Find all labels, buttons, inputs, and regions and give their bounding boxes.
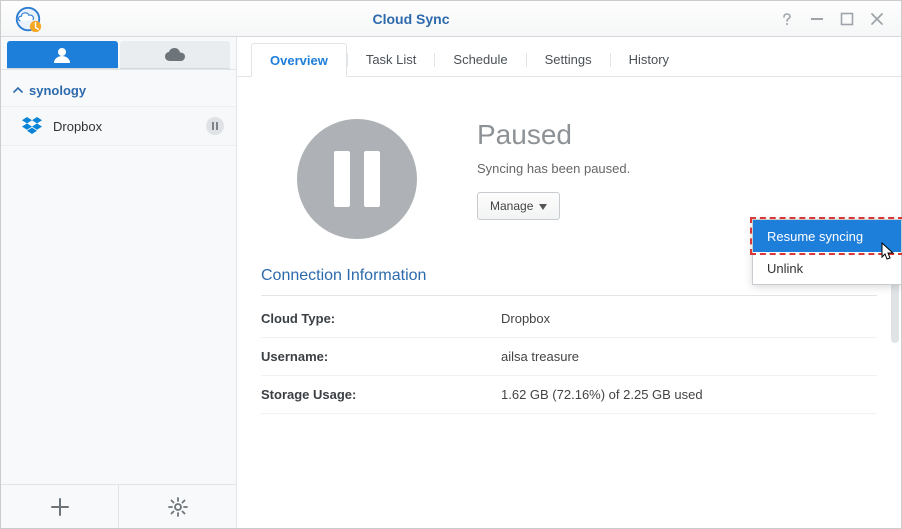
row-cloud-type: Cloud Type: Dropbox	[261, 300, 877, 338]
tab-overview[interactable]: Overview	[251, 43, 347, 77]
close-button[interactable]	[869, 11, 885, 27]
help-button[interactable]	[779, 11, 795, 27]
title-bar: Cloud Sync	[1, 1, 901, 37]
row-storage-usage: Storage Usage: 1.62 GB (72.16%) of 2.25 …	[261, 376, 877, 414]
tab-schedule[interactable]: Schedule	[435, 43, 525, 76]
pause-badge-icon	[206, 117, 224, 135]
manage-button[interactable]: Manage	[477, 192, 560, 220]
dropbox-icon	[21, 115, 43, 137]
tab-settings[interactable]: Settings	[527, 43, 610, 76]
window-title: Cloud Sync	[43, 11, 779, 27]
sidebar-tab-accounts[interactable]	[7, 41, 118, 69]
menu-resume-syncing[interactable]: Resume syncing	[753, 220, 901, 252]
tab-bar: Overview Task List Schedule Settings His…	[237, 37, 901, 77]
tab-task-list[interactable]: Task List	[348, 43, 435, 76]
row-username: Username: ailsa treasure	[261, 338, 877, 376]
minimize-button[interactable]	[809, 11, 825, 27]
tab-history[interactable]: History	[611, 43, 687, 76]
manage-dropdown: Resume syncing Unlink	[752, 219, 902, 285]
app-icon	[13, 4, 43, 34]
menu-unlink[interactable]: Unlink	[753, 252, 901, 284]
status-pause-icon	[297, 119, 417, 239]
settings-button[interactable]	[118, 485, 236, 528]
sidebar-group-synology[interactable]: synology	[1, 74, 236, 106]
caret-down-icon	[539, 199, 547, 213]
connection-info-table: Cloud Type: Dropbox Username: ailsa trea…	[261, 300, 877, 414]
sidebar: synology Dropbox	[1, 37, 237, 528]
add-button[interactable]	[1, 485, 118, 528]
maximize-button[interactable]	[839, 11, 855, 27]
sidebar-group-label: synology	[29, 83, 86, 98]
status-subtitle: Syncing has been paused.	[477, 161, 630, 176]
sidebar-item-dropbox[interactable]: Dropbox	[1, 106, 236, 146]
status-title: Paused	[477, 119, 630, 151]
sidebar-tab-cloud[interactable]	[120, 41, 231, 69]
sidebar-item-label: Dropbox	[53, 119, 206, 134]
content-area: Overview Task List Schedule Settings His…	[237, 37, 901, 528]
chevron-up-icon	[13, 85, 23, 95]
